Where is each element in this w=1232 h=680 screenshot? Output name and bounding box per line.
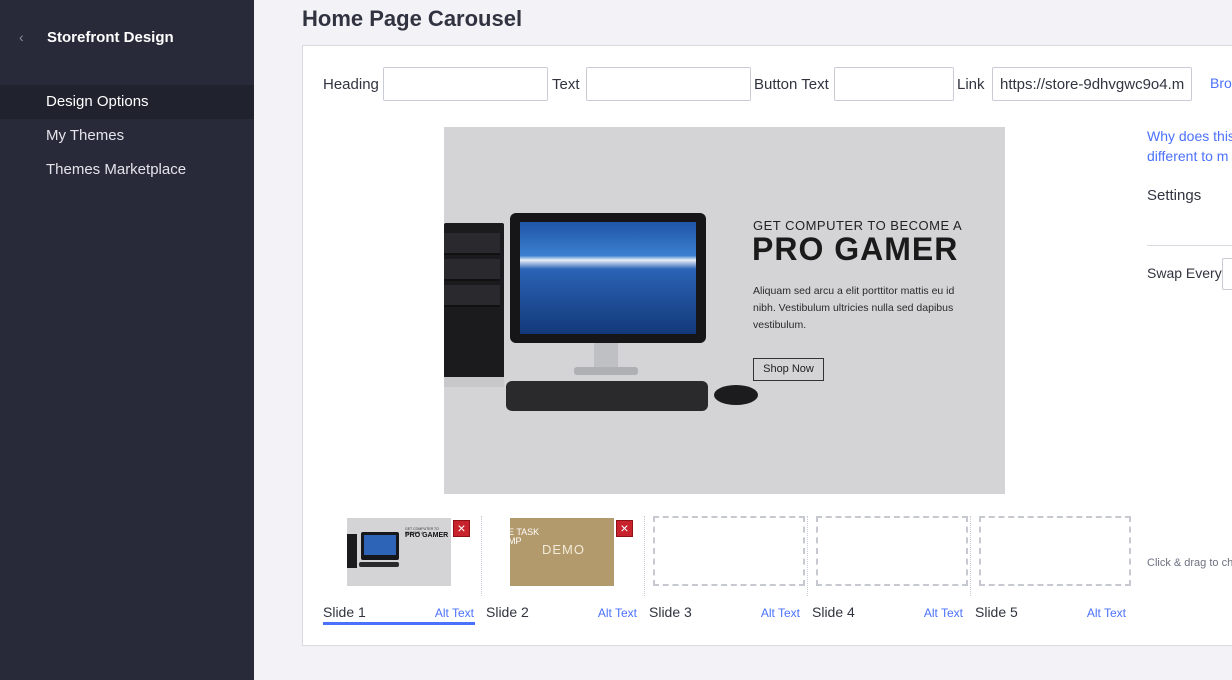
slide-label[interactable]: Slide 3	[649, 604, 692, 620]
slide-thumbnail[interactable]: GET COMPUTER TO BECOME A PRO GAMER	[347, 518, 451, 586]
sidebar-item-themes-marketplace[interactable]: Themes Marketplace	[0, 153, 254, 187]
empty-slide-dropzone[interactable]	[979, 516, 1131, 586]
text-label: Text	[552, 76, 580, 93]
slide-4[interactable]: Slide 4 Alt Text	[812, 516, 975, 628]
empty-slide-dropzone[interactable]	[816, 516, 968, 586]
heading-label: Heading	[323, 76, 379, 93]
swap-every-label: Swap Every	[1147, 265, 1222, 281]
browse-link[interactable]: Bro	[1210, 75, 1232, 91]
settings-divider	[1147, 245, 1232, 246]
thumb-headline: PRO GAMER	[405, 532, 449, 539]
page-title: Home Page Carousel	[302, 6, 523, 31]
link-input[interactable]	[992, 67, 1192, 101]
slide-separator	[970, 516, 971, 596]
carousel-preview-banner: GET COMPUTER TO BECOME A PRO GAMER Aliqu…	[444, 127, 1005, 494]
button-text-label: Button Text	[754, 76, 829, 93]
slide-2[interactable]: E TASK MP DEMO × Slide 2 Alt Text	[486, 516, 649, 628]
why-different-link[interactable]: Why does this different to m	[1147, 126, 1232, 166]
slide-label[interactable]: Slide 5	[975, 604, 1018, 620]
alt-text-link[interactable]: Alt Text	[761, 606, 800, 620]
banner-body: Aliquam sed arcu a elit porttitor mattis…	[753, 285, 955, 331]
mouse-illustration	[714, 385, 758, 405]
slide-1[interactable]: GET COMPUTER TO BECOME A PRO GAMER × Sli…	[323, 516, 486, 628]
banner-headline: PRO GAMER	[752, 231, 959, 267]
alt-text-link[interactable]: Alt Text	[598, 606, 637, 620]
sidebar: ‹ Storefront Design Design Options My Th…	[0, 0, 254, 680]
thumb-headline: DEMO	[542, 542, 585, 557]
slide-separator	[644, 516, 645, 596]
sidebar-title: Storefront Design	[47, 29, 174, 46]
sidebar-item-design-options[interactable]: Design Options	[0, 85, 254, 119]
button-text-input[interactable]	[834, 67, 954, 101]
settings-heading: Settings	[1147, 187, 1202, 204]
keyboard-illustration	[506, 381, 708, 411]
alt-text-link[interactable]: Alt Text	[924, 606, 963, 620]
monitor-stand	[594, 343, 618, 369]
sidebar-item-my-themes[interactable]: My Themes	[0, 119, 254, 153]
alt-text-link[interactable]: Alt Text	[1087, 606, 1126, 620]
pc-tower-illustration	[444, 223, 504, 387]
banner-shop-button: Shop Now	[753, 358, 824, 381]
text-input[interactable]	[586, 67, 751, 101]
alt-text-link[interactable]: Alt Text	[435, 606, 474, 620]
slide-3[interactable]: Slide 3 Alt Text	[649, 516, 812, 628]
slide-5[interactable]: Slide 5 Alt Text	[975, 516, 1138, 628]
slide-label[interactable]: Slide 2	[486, 604, 529, 620]
slide-thumbnail[interactable]: E TASK MP DEMO	[510, 518, 614, 586]
swap-every-select[interactable]	[1222, 258, 1232, 290]
active-slide-indicator	[323, 622, 475, 625]
slide-label[interactable]: Slide 4	[812, 604, 855, 620]
drag-hint: Click & drag to ch	[1147, 557, 1232, 569]
monitor-base	[574, 367, 638, 375]
monitor-illustration	[510, 213, 706, 343]
heading-input[interactable]	[383, 67, 548, 101]
slide-label[interactable]: Slide 1	[323, 604, 366, 620]
chevron-left-icon[interactable]: ‹	[19, 30, 31, 44]
remove-slide-button[interactable]: ×	[616, 520, 633, 537]
remove-slide-button[interactable]: ×	[453, 520, 470, 537]
slide-separator	[481, 516, 482, 596]
slide-separator	[807, 516, 808, 596]
thumb-tagline: E TASK MP	[510, 527, 540, 546]
link-label: Link	[957, 76, 985, 93]
empty-slide-dropzone[interactable]	[653, 516, 805, 586]
